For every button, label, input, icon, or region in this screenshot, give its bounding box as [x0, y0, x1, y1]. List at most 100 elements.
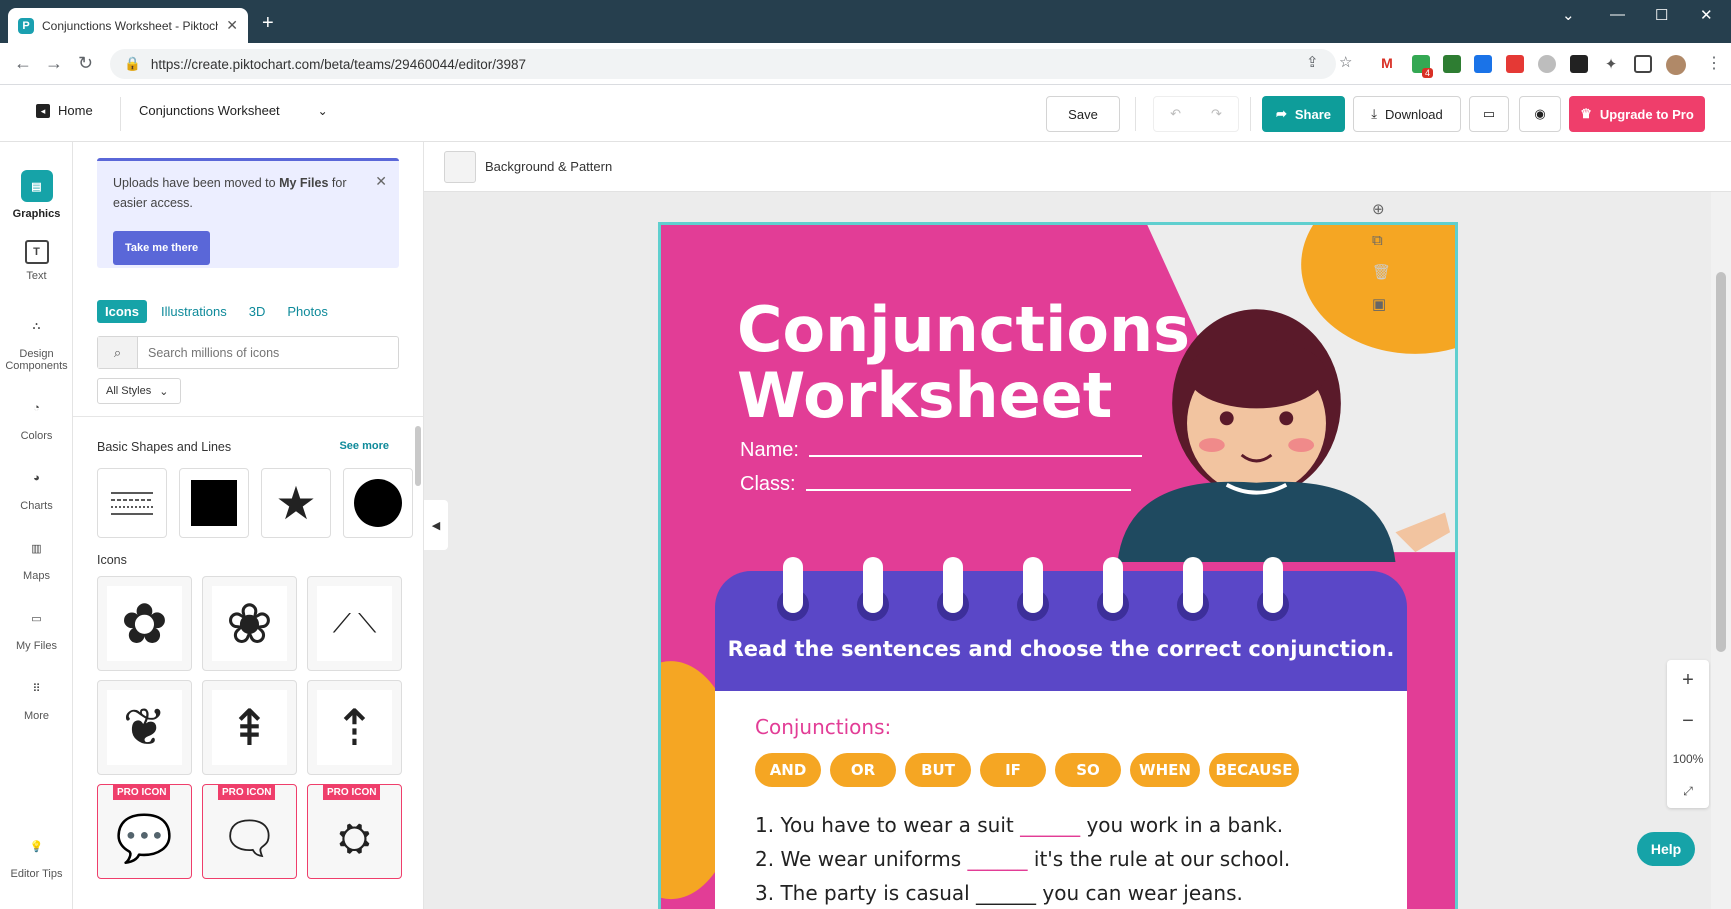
name-field[interactable]: Name:: [740, 439, 1142, 462]
copy-page-icon[interactable]: ▣: [1372, 295, 1391, 313]
zoom-out-icon[interactable]: −: [1682, 710, 1694, 733]
background-toolbar: Background & Pattern: [424, 142, 1731, 192]
extension-power-icon[interactable]: [1538, 55, 1556, 73]
record-video-button[interactable]: ▭: [1469, 96, 1509, 132]
close-tab-icon[interactable]: ✕: [226, 17, 238, 34]
url-field[interactable]: 🔒 https://create.piktochart.com/beta/tea…: [110, 49, 1336, 79]
forward-icon[interactable]: →: [45, 53, 63, 74]
undo-icon[interactable]: ↶: [1170, 106, 1181, 122]
maximize-icon[interactable]: ☐: [1655, 6, 1668, 24]
shape-lines[interactable]: [97, 468, 167, 538]
icon-feather[interactable]: ❦: [97, 680, 192, 775]
browser-menu-icon[interactable]: ⋮: [1706, 53, 1722, 73]
home-back-icon: ◂: [36, 103, 50, 118]
home-button[interactable]: ◂ Home: [36, 103, 93, 118]
icon-chat-bars-1[interactable]: PRO ICON 💬: [97, 784, 192, 879]
pill-because[interactable]: BECAUSE: [1209, 753, 1299, 787]
pill-and[interactable]: AND: [755, 753, 821, 787]
class-field[interactable]: Class:: [740, 473, 1131, 496]
extension-red-icon[interactable]: [1506, 55, 1524, 73]
notebook-card[interactable]: Read the sentences and choose the correc…: [715, 557, 1407, 909]
shape-star[interactable]: ★: [261, 468, 331, 538]
worksheet-page[interactable]: Conjunctions Worksheet Name: Class: Read…: [658, 222, 1458, 909]
extension-blue-icon[interactable]: [1474, 55, 1492, 73]
side-panel-icon[interactable]: [1634, 55, 1652, 73]
share-button[interactable]: ➦ Share: [1262, 96, 1345, 132]
panel-scrollbar[interactable]: [415, 426, 421, 486]
help-button[interactable]: Help: [1637, 832, 1695, 866]
icon-flower-1[interactable]: ✿: [97, 576, 192, 671]
close-window-icon[interactable]: ✕: [1700, 6, 1713, 24]
rail-item-text[interactable]: T Text: [0, 240, 73, 282]
rail-item-graphics[interactable]: ▤ Graphics: [0, 170, 73, 220]
rail-item-design-components[interactable]: ⛬ Design Components: [0, 310, 73, 373]
rail-item-charts[interactable]: ◕ Charts: [0, 462, 73, 512]
zoom-in-icon[interactable]: +: [1682, 669, 1694, 692]
search-input[interactable]: [138, 337, 398, 368]
sentence-2[interactable]: 2. We wear uniforms ______ it's the rule…: [755, 847, 1290, 871]
shape-square[interactable]: [179, 468, 249, 538]
tab-illustrations[interactable]: Illustrations: [153, 300, 235, 323]
pill-when[interactable]: WHEN: [1130, 753, 1200, 787]
icon-leaves[interactable]: ⟋ ⟍: [307, 576, 402, 671]
icon-network-people[interactable]: PRO ICON ⛭: [307, 784, 402, 879]
pill-but[interactable]: BUT: [905, 753, 971, 787]
tab-3d[interactable]: 3D: [241, 300, 274, 323]
bookmark-star-icon[interactable]: ☆: [1339, 53, 1352, 71]
name-label: Name:: [740, 439, 799, 461]
delete-page-icon[interactable]: 🗑: [1372, 263, 1391, 281]
new-tab-button[interactable]: +: [262, 12, 274, 35]
rail-label: Design Components: [5, 348, 68, 372]
tab-icons[interactable]: Icons: [97, 300, 147, 323]
rail-item-more[interactable]: ⠿ More: [0, 672, 73, 723]
rail-item-editor-tips[interactable]: 💡 Editor Tips: [0, 830, 73, 881]
shape-circle[interactable]: [343, 468, 413, 538]
rail-item-my-files[interactable]: ▭ My Files: [0, 602, 73, 653]
tab-search-icon[interactable]: ⌄: [1562, 6, 1575, 24]
reload-icon[interactable]: ↻: [78, 53, 93, 74]
pill-or[interactable]: OR: [830, 753, 896, 787]
upgrade-label: Upgrade to Pro: [1599, 106, 1694, 122]
collapse-panel-button[interactable]: ◀: [424, 500, 448, 550]
see-more-link[interactable]: See more: [339, 440, 389, 452]
download-button[interactable]: ⤓ Download: [1353, 96, 1461, 132]
icon-chat-bars-2[interactable]: PRO ICON 🗨: [202, 784, 297, 879]
icon-pine-2[interactable]: ⇡: [307, 680, 402, 775]
browser-tab[interactable]: P Conjunctions Worksheet - Piktochart ✕: [8, 8, 248, 43]
canvas-scrollbar[interactable]: [1711, 192, 1731, 909]
background-swatch[interactable]: [444, 151, 476, 183]
gmail-extension-icon[interactable]: M: [1378, 55, 1396, 73]
preview-button[interactable]: ◉: [1519, 96, 1561, 132]
close-notice-icon[interactable]: ✕: [375, 171, 387, 191]
icon-pine-1[interactable]: ⇞: [202, 680, 297, 775]
sentence-3[interactable]: 3. The party is casual ______ you can we…: [755, 881, 1243, 905]
duplicate-page-icon[interactable]: ⧉: [1372, 232, 1391, 249]
extension-money-icon[interactable]: [1443, 55, 1461, 73]
sentence-1[interactable]: 1. You have to wear a suit ______ you wo…: [755, 813, 1283, 837]
rail-item-maps[interactable]: ▥ Maps: [0, 532, 73, 583]
icon-flower-2[interactable]: ❀: [202, 576, 297, 671]
tab-photos[interactable]: Photos: [279, 300, 335, 323]
scrollbar-thumb[interactable]: [1716, 272, 1726, 652]
back-icon[interactable]: ←: [14, 53, 32, 74]
notion-extension-icon[interactable]: [1570, 55, 1588, 73]
minimize-icon[interactable]: —: [1610, 6, 1625, 23]
all-styles-dropdown[interactable]: All Styles ⌄: [97, 378, 181, 404]
profile-avatar[interactable]: [1666, 55, 1686, 75]
background-label[interactable]: Background & Pattern: [485, 159, 612, 174]
url-text: https://create.piktochart.com/beta/teams…: [150, 56, 527, 72]
worksheet-title[interactable]: Conjunctions Worksheet: [737, 297, 1190, 429]
redo-icon[interactable]: ↷: [1211, 106, 1222, 122]
pill-if[interactable]: IF: [980, 753, 1046, 787]
fit-screen-icon[interactable]: ⤢: [1683, 784, 1693, 799]
document-title-dropdown[interactable]: Conjunctions Worksheet ⌄: [139, 103, 328, 118]
upgrade-button[interactable]: ♛ Upgrade to Pro: [1569, 96, 1705, 132]
extensions-puzzle-icon[interactable]: ✦: [1602, 55, 1620, 73]
share-page-icon[interactable]: ⇪: [1306, 53, 1319, 71]
save-button[interactable]: Save: [1046, 96, 1120, 132]
pill-so[interactable]: SO: [1055, 753, 1121, 787]
add-page-icon[interactable]: ⊕: [1372, 200, 1391, 218]
search-icon[interactable]: ⌕: [98, 337, 138, 368]
rail-item-colors[interactable]: ◔ Colors: [0, 392, 73, 442]
take-me-there-button[interactable]: Take me there: [113, 231, 211, 265]
